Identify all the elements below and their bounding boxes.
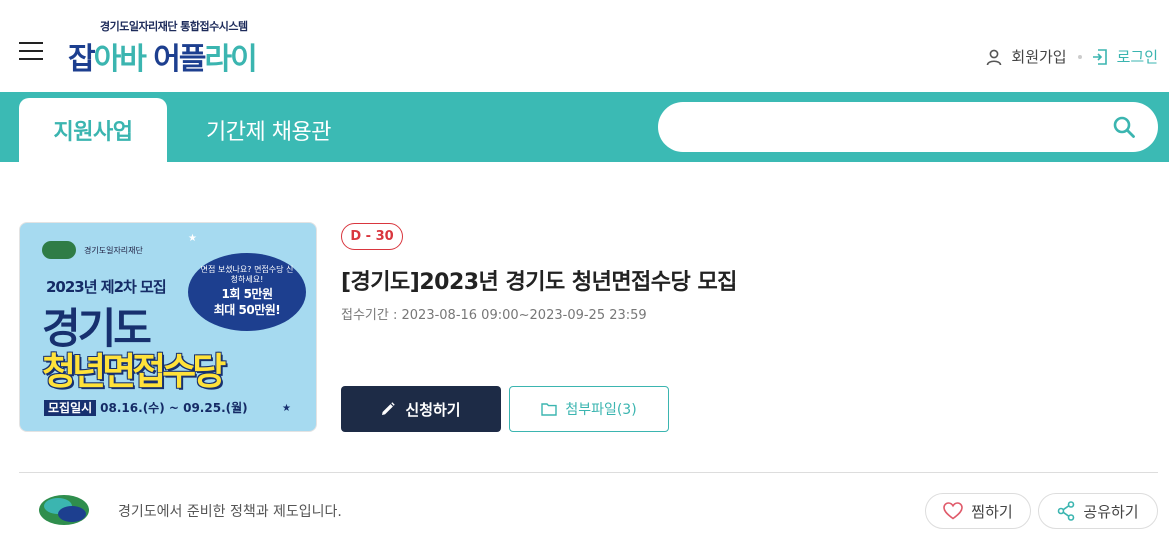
signup-label: 회원가입 [1011, 48, 1067, 66]
section-divider [19, 472, 1158, 473]
login-icon [1092, 48, 1107, 65]
logo-wordmark: 잡아바 어플라이 [68, 42, 258, 77]
share-button[interactable]: 공유하기 [1038, 493, 1158, 529]
separator-dot [1077, 54, 1082, 59]
pencil-icon [382, 402, 396, 415]
search-input[interactable] [682, 112, 1102, 142]
like-label: 찜하기 [971, 502, 1013, 521]
poster-org-logo [42, 241, 76, 259]
search-icon[interactable] [1112, 115, 1136, 139]
star-icon: ★ [188, 233, 197, 244]
star-icon: ★ [282, 403, 291, 414]
gyeonggi-org-logo [39, 495, 89, 525]
login-label: 로그인 [1116, 48, 1158, 66]
folder-icon [541, 403, 558, 416]
main-navbar: 지원사업 기간제 채용관 [0, 92, 1169, 162]
utility-menu: 회원가입 로그인 [985, 46, 1158, 67]
heart-icon [943, 502, 964, 520]
logo-subtitle: 경기도일자리재단 통합접수시스템 [100, 20, 248, 33]
program-poster-image[interactable]: 경기도일자리재단 ★ ★ 2023년 제2차 모집 경기도 청년면접수당 면접 … [19, 222, 317, 432]
poster-org-text: 경기도일자리재단 [84, 246, 143, 255]
tab-support-programs[interactable]: 지원사업 [19, 98, 167, 162]
bubble-small-text: 면접 보셨나요? 면접수당 신청하세요! [200, 265, 294, 284]
login-link[interactable]: 로그인 [1091, 46, 1158, 67]
attachments-button[interactable]: 첨부파일(3) [509, 386, 669, 432]
bubble-line-2: 최대 50만원! [213, 303, 281, 317]
period-label: 접수기간 : [341, 308, 398, 323]
poster-title-2: 청년면접수당 [42, 350, 226, 393]
bubble-line-1: 1회 5만원 [221, 287, 274, 301]
share-icon [1058, 501, 1075, 521]
user-icon [987, 49, 1002, 65]
poster-period-text: 08.16.(수) ~ 09.25.(월) [100, 401, 248, 415]
signup-link[interactable]: 회원가입 [985, 46, 1067, 67]
apply-label: 신청하기 [405, 400, 461, 419]
attachments-label: 첨부파일(3) [565, 402, 637, 418]
apply-button[interactable]: 신청하기 [341, 386, 501, 432]
share-label: 공유하기 [1083, 502, 1139, 521]
poster-round: 2023년 제2차 모집 [46, 278, 167, 296]
program-title: [경기도]2023년 경기도 청년면접수당 모집 [341, 270, 737, 295]
poster-period-tag: 모집일시 [44, 400, 97, 416]
like-button[interactable]: 찜하기 [925, 493, 1031, 529]
search-box [658, 102, 1158, 152]
site-header: 경기도일자리재단 통합접수시스템 잡아바 어플라이 회원가입 로그인 [0, 0, 1169, 92]
poster-speech-bubble: 면접 보셨나요? 면접수당 신청하세요! 1회 5만원 최대 50만원! [188, 253, 306, 331]
application-period: 접수기간 : 2023-08-16 09:00~2023-09-25 23:59 [341, 304, 647, 323]
tab-temporary-jobs[interactable]: 기간제 채용관 [196, 98, 341, 162]
org-description: 경기도에서 준비한 정책과 제도입니다. [118, 504, 342, 520]
dday-badge: D - 30 [341, 223, 403, 250]
period-value: 2023-08-16 09:00~2023-09-25 23:59 [401, 308, 647, 323]
poster-period: 모집일시 08.16.(수) ~ 09.25.(월) [44, 399, 248, 416]
menu-hamburger-icon[interactable] [19, 42, 43, 60]
